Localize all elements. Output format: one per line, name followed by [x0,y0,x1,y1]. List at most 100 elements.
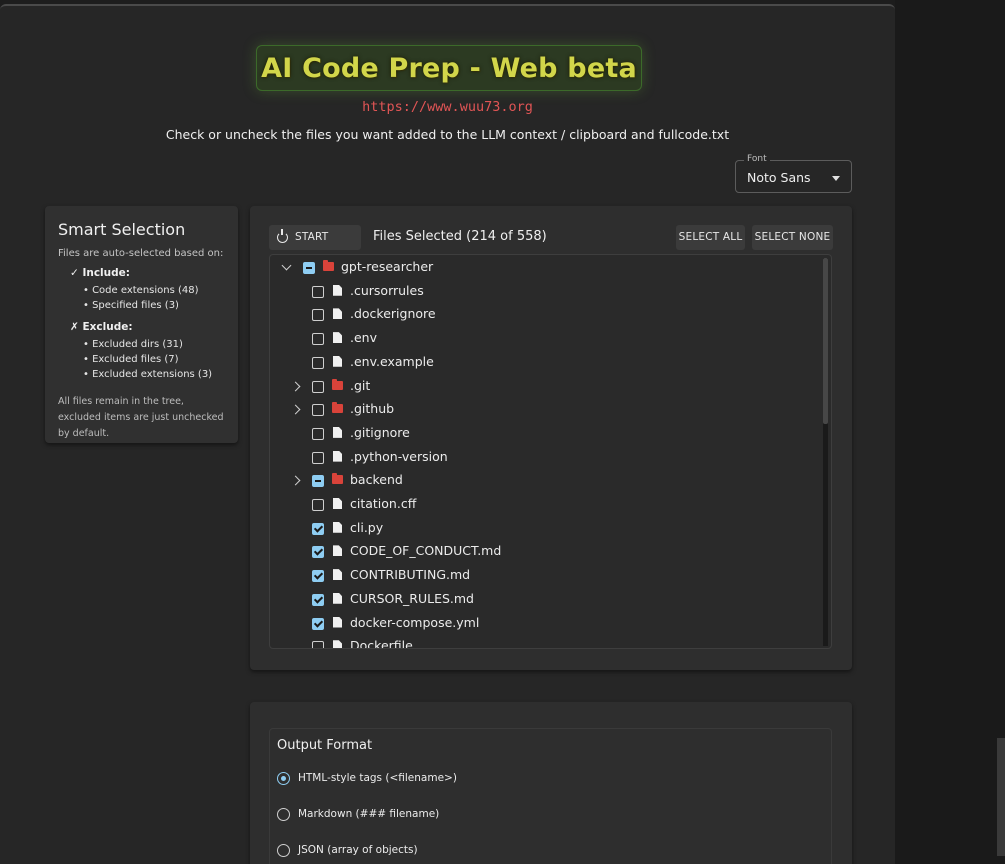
title-banner: AI Code Prep - Web beta [256,45,642,91]
tree-checkbox[interactable] [312,522,324,535]
exclude-item: • Excluded dirs (31) [83,339,183,350]
chevron-down-icon [832,176,840,181]
tree-item-name: Dockerfile [350,638,413,649]
file-tree[interactable]: gpt-researcher .cursorrules .dockerignore.… [269,254,832,649]
tree-folder-row[interactable]: .git [270,377,818,400]
file-icon [333,284,342,296]
file-icon [333,521,342,533]
output-option-label: Markdown (### filename) [298,808,440,820]
select-none-button[interactable]: SELECT NONE [752,225,833,250]
tree-checkbox[interactable] [303,262,315,274]
tree-folder-row[interactable]: gpt-researcher [270,258,818,281]
output-panel: Output Format HTML-style tags (<filename… [250,702,852,864]
tree-item-name: CURSOR_RULES.md [350,590,474,606]
output-option-html[interactable]: HTML-style tags (<filename>) [277,770,677,790]
tree-checkbox[interactable] [312,617,324,630]
file-selection-panel: START OVER Files Selected (214 of 558) S… [250,206,852,670]
app-title: AI Code Prep - Web beta [261,53,637,84]
tree-file-row[interactable]: .gitignore [270,424,818,447]
chevron-right-icon[interactable] [290,475,301,486]
tree-item-name: .python-version [350,448,448,464]
output-option-json[interactable]: JSON (array of objects) [277,842,677,862]
smart-selection-title: Smart Selection [58,220,186,239]
tree-file-row[interactable]: .env.example [270,353,818,376]
site-link[interactable]: https://www.wuu73.org [0,99,895,115]
tree-folder-row[interactable]: backend [270,471,818,494]
font-select-value: Noto Sans [747,170,811,185]
file-icon [333,640,342,648]
include-item: • Specified files (3) [83,300,179,311]
include-heading: ✓ Include: [70,267,130,279]
tree-scrollbar-thumb[interactable] [823,258,828,424]
file-icon [333,545,342,557]
tree-item-name: citation.cff [350,496,417,511]
radio-button[interactable] [277,808,290,821]
output-option-label: JSON (array of objects) [298,844,418,856]
chevron-right-icon[interactable] [290,404,301,415]
select-all-button[interactable]: SELECT ALL [676,225,745,250]
font-select-label: Font [744,154,770,164]
tree-checkbox[interactable] [312,333,324,346]
file-icon [333,498,342,509]
tree-checkbox[interactable] [312,641,324,648]
tree-file-row[interactable]: citation.cff [270,495,818,518]
tree-file-row[interactable]: .python-version [270,448,818,471]
radio-button[interactable] [277,772,290,785]
folder-icon [323,260,334,271]
tree-file-row[interactable]: .dockerignore [270,305,818,328]
file-icon [333,426,342,438]
file-icon [333,308,342,320]
tree-checkbox[interactable] [312,451,324,464]
tree-file-row[interactable]: Dockerfile [270,637,818,649]
tree-item-name: cli.py [350,519,384,535]
tree-checkbox[interactable] [312,427,324,440]
tree-item-name: CODE_OF_CONDUCT.md [350,543,502,559]
instructions-text: Check or uncheck the files you want adde… [165,127,730,142]
exclude-item: • Excluded extensions (3) [83,369,213,380]
tree-item-name: .github [350,401,395,417]
refresh-icon [277,229,288,243]
include-item: • Code extensions (48) [83,285,199,296]
tree-file-row[interactable]: .cursorrules [270,282,818,305]
tree-file-row[interactable]: .env [270,329,818,352]
tree-checkbox[interactable] [312,546,324,559]
exclude-heading: ✗ Exclude: [70,321,133,333]
tree-file-row[interactable]: CODE_OF_CONDUCT.md [270,542,818,565]
tree-checkbox[interactable] [312,593,324,606]
output-format-group: Output Format HTML-style tags (<filename… [269,728,832,864]
tree-file-row[interactable]: cli.py [270,519,818,542]
app-window: AI Code Prep - Web beta https://www.wuu7… [0,4,895,864]
exclude-item: • Excluded files (7) [83,354,179,365]
output-option-markdown[interactable]: Markdown (### filename) [277,806,677,826]
tree-file-row[interactable]: CONTRIBUTING.md [270,566,818,589]
start-over-button[interactable]: START OVER [269,225,361,268]
file-icon [333,450,342,462]
file-icon [333,355,342,367]
tree-item-name: docker-compose.yml [350,614,480,630]
output-option-label: HTML-style tags (<filename>) [298,772,457,784]
tree-checkbox[interactable] [312,499,324,511]
tree-checkbox[interactable] [312,404,324,417]
tree-checkbox[interactable] [312,570,324,583]
tree-checkbox[interactable] [312,309,324,322]
chevron-right-icon[interactable] [290,381,301,391]
tree-item-name: .cursorrules [350,282,424,298]
tree-checkbox[interactable] [312,475,324,488]
tree-file-row[interactable]: docker-compose.yml [270,614,818,637]
tree-folder-row[interactable]: .github [270,400,818,423]
font-select[interactable]: Font Noto Sans [735,154,852,193]
tree-checkbox[interactable] [312,356,324,369]
smart-selection-panel: Smart Selection Files are auto-selected … [45,206,238,443]
page-scrollbar[interactable] [997,738,1005,864]
output-format-title: Output Format [277,738,373,753]
tree-checkbox[interactable] [312,380,324,393]
tree-file-row[interactable]: CURSOR_RULES.md [270,590,818,613]
tree-item-name: .dockerignore [350,306,436,322]
radio-button[interactable] [277,844,290,857]
tree-item-name: CONTRIBUTING.md [350,567,471,583]
folder-icon [332,402,343,414]
chevron-down-icon[interactable] [281,260,292,271]
file-icon [333,616,342,628]
tree-checkbox[interactable] [312,285,324,298]
folder-icon [332,378,343,390]
